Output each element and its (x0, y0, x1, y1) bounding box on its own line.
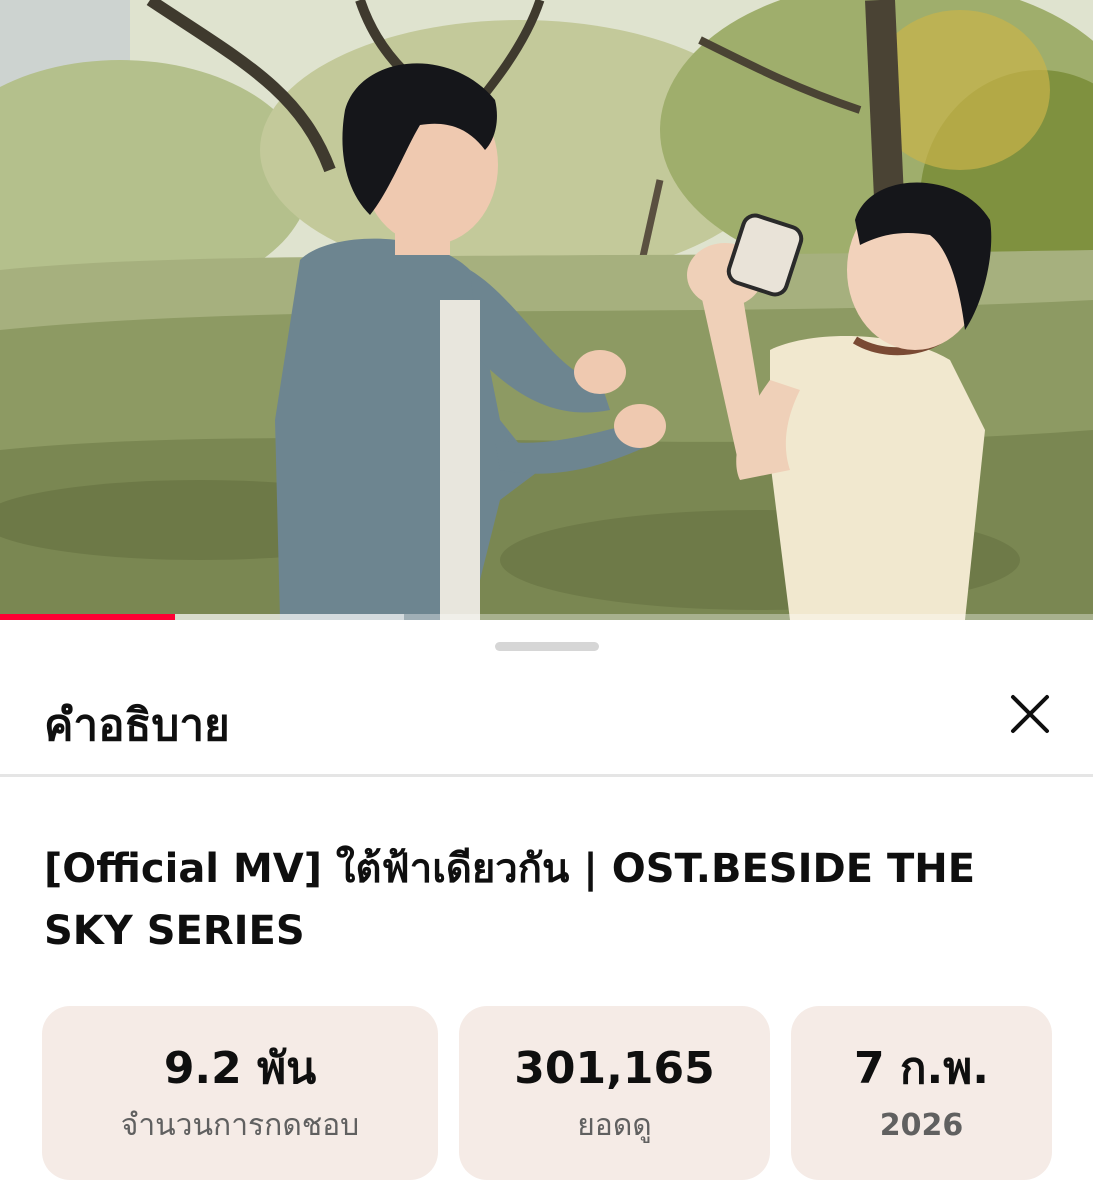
likes-stat: 9.2 พัน จำนวนการกดชอบ (42, 1006, 438, 1180)
drag-handle[interactable] (495, 642, 599, 651)
sheet-title: คำอธิบาย (44, 700, 230, 751)
likes-label: จำนวนการกดชอบ (120, 1108, 360, 1143)
upload-year: 2026 (879, 1108, 964, 1143)
video-player[interactable] (0, 0, 1093, 620)
video-frame-illustration (0, 0, 1093, 620)
description-sheet: คำอธิบาย [Official MV] ใต้ฟ้าเดียวกัน | … (0, 620, 1093, 1200)
close-icon (1011, 695, 1049, 733)
divider (0, 774, 1093, 777)
views-label: ยอดดู (577, 1108, 652, 1143)
views-count: 301,165 (514, 1043, 715, 1094)
likes-count: 9.2 พัน (163, 1043, 317, 1094)
date-stat: 7 ก.พ. 2026 (791, 1006, 1052, 1180)
close-button[interactable] (1004, 688, 1056, 740)
video-title: [Official MV] ใต้ฟ้าเดียวกัน | OST.BESID… (44, 846, 976, 954)
upload-date: 7 ก.พ. (853, 1043, 989, 1094)
stats-row: 9.2 พัน จำนวนการกดชอบ 301,165 ยอดดู 7 ก.… (42, 1006, 1052, 1180)
views-stat: 301,165 ยอดดู (459, 1006, 770, 1180)
